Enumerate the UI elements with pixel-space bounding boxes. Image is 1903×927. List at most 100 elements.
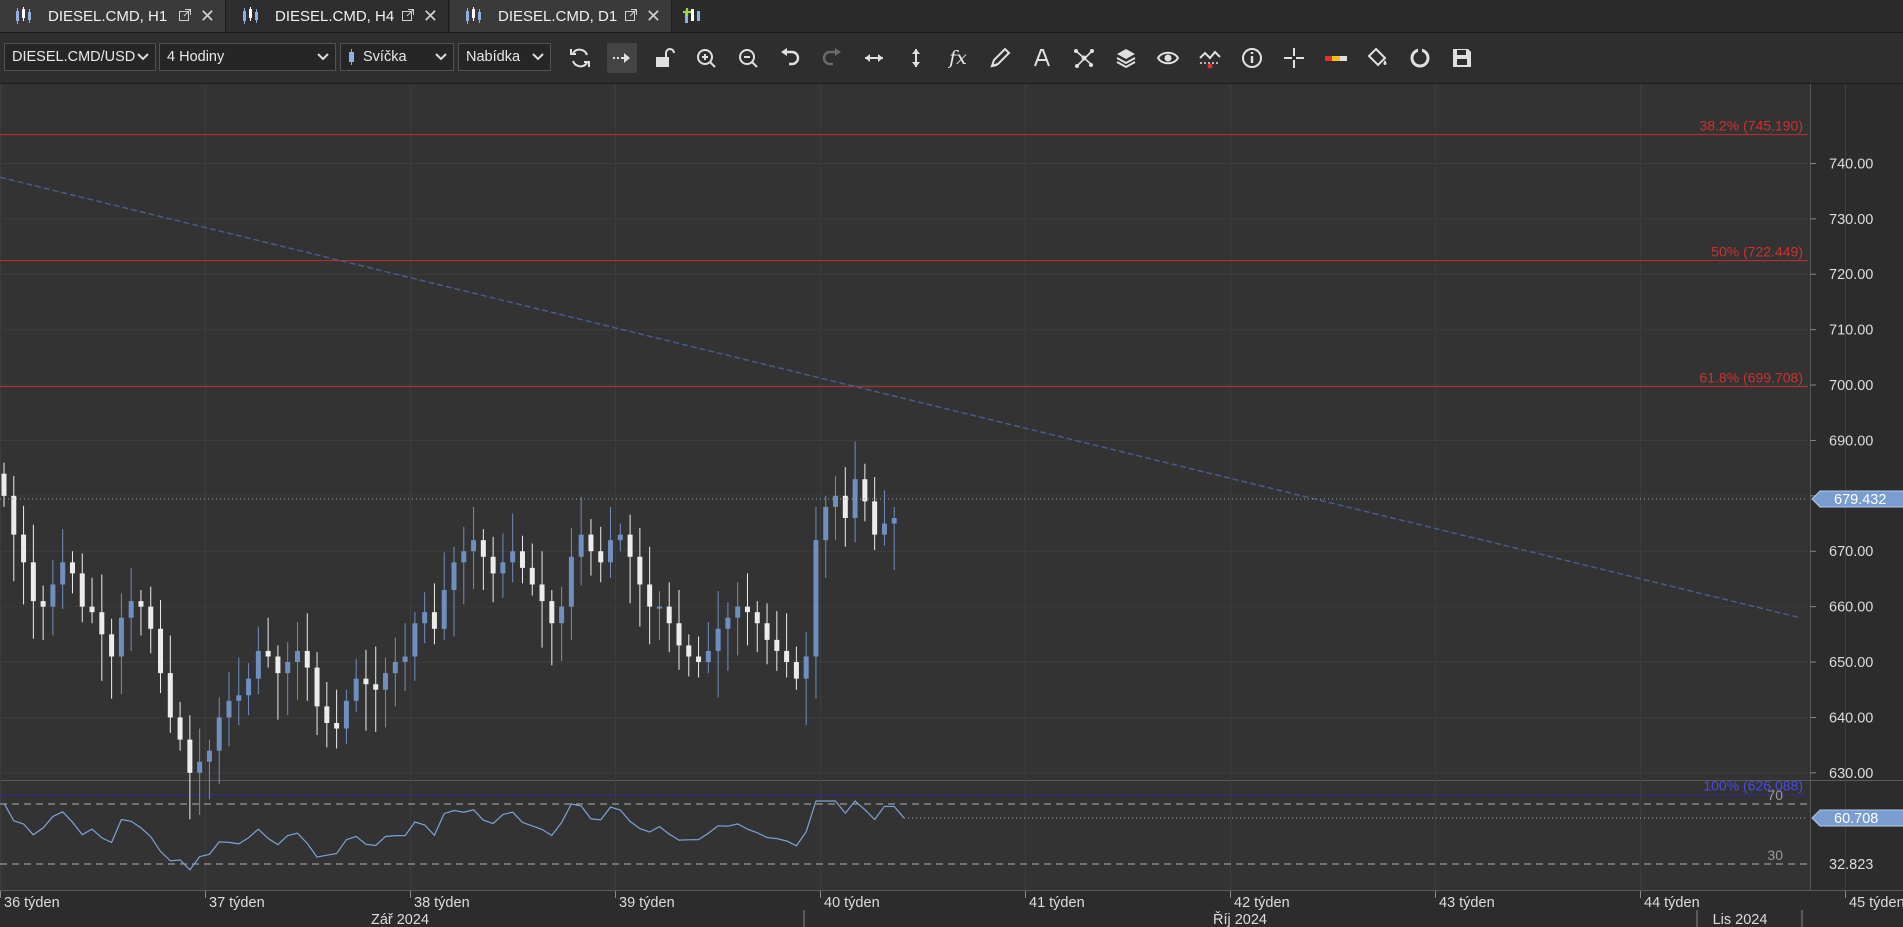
candle-body xyxy=(412,623,418,657)
alerts-button[interactable] xyxy=(1195,43,1225,73)
x-tick-label: 40 týden xyxy=(824,895,880,911)
candlestick-icon xyxy=(16,7,31,24)
candle-body xyxy=(881,523,887,535)
auto-shift-button[interactable] xyxy=(607,43,637,73)
period-select[interactable]: 4 Hodiny xyxy=(159,43,336,71)
fib-level-label: 61.8% (699.708) xyxy=(1699,370,1803,386)
refresh-button[interactable] xyxy=(565,43,595,73)
tab-label: DIESEL.CMD, H4 xyxy=(275,7,395,25)
candle-body xyxy=(255,650,261,679)
candle-body xyxy=(109,634,115,657)
tab-diesel-h1[interactable]: DIESEL.CMD, H1 ✕ xyxy=(0,0,226,32)
candle-body xyxy=(529,567,535,585)
fib-level-label: 50% (722.449) xyxy=(1711,244,1803,260)
candle-body xyxy=(167,673,173,718)
candle-body xyxy=(656,606,662,609)
candle-body xyxy=(304,650,310,668)
candle-body xyxy=(50,584,56,607)
info-button[interactable] xyxy=(1237,43,1267,73)
y-tick-label: 720.00 xyxy=(1829,267,1873,283)
candle-body xyxy=(559,606,565,624)
candle-style-icon xyxy=(349,49,354,66)
theme-button[interactable] xyxy=(1363,43,1393,73)
chart-style-select[interactable]: Svíčka xyxy=(340,43,454,71)
y-tick-label: 670.00 xyxy=(1829,544,1873,560)
rsi-upper-label: 70 xyxy=(1767,787,1783,803)
candle-body xyxy=(138,601,144,607)
text-button[interactable] xyxy=(1027,43,1057,73)
function-icon: fx xyxy=(949,47,967,69)
price-chart[interactable]: 740.00730.00720.00710.00700.00690.00680.… xyxy=(0,84,1903,927)
pop-out-icon[interactable] xyxy=(625,9,637,21)
price-side-select[interactable]: Nabídka xyxy=(458,43,551,71)
candle-body xyxy=(793,662,799,679)
instrument-select[interactable]: DIESEL.CMD/USD xyxy=(4,43,156,71)
pencil-icon xyxy=(990,47,1011,68)
close-icon[interactable]: ✕ xyxy=(646,7,661,25)
candle-body xyxy=(294,650,300,663)
candle-body xyxy=(519,551,525,568)
candle-body xyxy=(128,601,134,618)
candle-body xyxy=(617,534,623,541)
pop-out-icon[interactable] xyxy=(179,9,191,21)
candle-body xyxy=(891,518,897,524)
lock-button[interactable] xyxy=(649,43,679,73)
candle-body xyxy=(60,562,66,585)
candle-body xyxy=(177,717,183,740)
candle-body xyxy=(725,617,731,629)
candle-body xyxy=(568,556,574,607)
crosshair-icon xyxy=(1284,48,1304,68)
info-icon xyxy=(1242,48,1262,68)
add-chart-icon[interactable] xyxy=(682,5,706,27)
x-tick-label: 44 týden xyxy=(1644,895,1700,911)
indicators-button[interactable]: fx xyxy=(943,43,973,73)
candle-body xyxy=(744,606,750,613)
y-tick-label: 630.00 xyxy=(1829,766,1873,782)
visibility-button[interactable] xyxy=(1153,43,1183,73)
x-tick-label: 43 týden xyxy=(1439,895,1495,911)
tab-diesel-h4[interactable]: DIESEL.CMD, H4 ✕ xyxy=(227,0,449,32)
candle-body xyxy=(754,612,760,624)
x-tick-label: 37 týden xyxy=(209,895,265,911)
tab-diesel-d1[interactable]: DIESEL.CMD, D1 ✕ xyxy=(450,0,672,32)
color-bar-icon xyxy=(1325,56,1347,61)
candle-body xyxy=(705,650,711,663)
text-icon xyxy=(1034,49,1050,67)
fit-horizontal-button[interactable] xyxy=(859,43,889,73)
candle-body xyxy=(774,639,780,651)
chevron-down-icon xyxy=(317,53,329,61)
candle-body xyxy=(226,700,232,718)
pattern-button[interactable] xyxy=(1069,43,1099,73)
undo-button[interactable] xyxy=(775,43,805,73)
candle-body xyxy=(764,623,770,640)
zoom-in-button[interactable] xyxy=(691,43,721,73)
price-pane xyxy=(0,84,1808,780)
month-label: Říj 2024 xyxy=(1213,911,1267,927)
candle-body xyxy=(402,656,408,663)
candle-body xyxy=(236,695,242,701)
save-button[interactable] xyxy=(1447,43,1477,73)
tab-label: DIESEL.CMD, H1 xyxy=(48,7,168,25)
redo-button[interactable] xyxy=(817,43,847,73)
settings-button[interactable] xyxy=(1405,43,1435,73)
candle-body xyxy=(735,606,741,618)
candle-body xyxy=(148,606,154,629)
y-tick-label: 690.00 xyxy=(1829,433,1873,449)
candle-body xyxy=(539,584,545,602)
crosshair-button[interactable] xyxy=(1279,43,1309,73)
y-tick-label: 660.00 xyxy=(1829,600,1873,616)
fit-vertical-button[interactable] xyxy=(901,43,931,73)
close-icon[interactable]: ✕ xyxy=(423,7,438,25)
x-tick-label: 39 týden xyxy=(619,895,675,911)
pop-out-icon[interactable] xyxy=(402,9,414,21)
layers-button[interactable] xyxy=(1111,43,1141,73)
zoom-out-button[interactable] xyxy=(733,43,763,73)
volume-button[interactable] xyxy=(1321,43,1351,73)
draw-button[interactable] xyxy=(985,43,1015,73)
y-tick-label: 710.00 xyxy=(1829,323,1873,339)
zoom-out-icon xyxy=(739,49,758,68)
candle-body xyxy=(383,673,389,690)
close-icon[interactable]: ✕ xyxy=(200,7,215,25)
candle-body xyxy=(608,540,614,563)
candle-body xyxy=(79,573,85,607)
